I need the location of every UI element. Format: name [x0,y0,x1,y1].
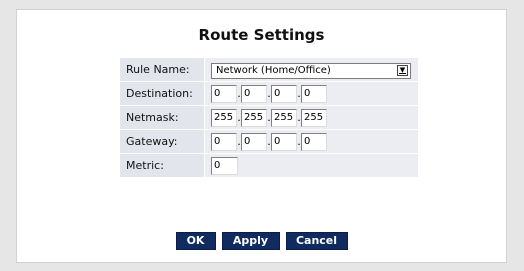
rule-name-cell: Network (Home/Office) ▼ [204,58,418,81]
gateway-cell: 0 . 0 . 0 . 0 [204,130,418,153]
destination-octet-3[interactable]: 0 [271,85,297,104]
destination-ip-input: 0 . 0 . 0 . 0 [211,85,327,104]
metric-input[interactable]: 0 [211,157,238,176]
netmask-cell: 255 . 255 . 255 . 255 [204,106,418,129]
destination-octet-1[interactable]: 0 [211,85,237,104]
gateway-octet-2[interactable]: 0 [241,133,267,152]
netmask-label: Netmask: [120,106,204,129]
page-title: Route Settings [198,26,325,44]
button-bar: OK Apply Cancel [17,232,506,250]
destination-cell: 0 . 0 . 0 . 0 [204,82,418,105]
rule-name-selected-value: Network (Home/Office) [216,64,331,76]
route-settings-panel: Route Settings Rule Name: Network (Home/… [16,9,507,263]
destination-octet-2[interactable]: 0 [241,85,267,104]
metric-row: Metric: 0 [120,154,418,177]
gateway-octet-4[interactable]: 0 [301,133,327,152]
destination-octet-4[interactable]: 0 [301,85,327,104]
gateway-octet-1[interactable]: 0 [211,133,237,152]
ok-button[interactable]: OK [175,232,216,250]
netmask-row: Netmask: 255 . 255 . 255 . 255 [120,106,418,129]
gateway-label: Gateway: [120,130,204,153]
netmask-octet-1[interactable]: 255 [211,109,237,128]
destination-row: Destination: 0 . 0 . 0 . 0 [120,82,418,105]
destination-label: Destination: [120,82,204,105]
gateway-ip-input: 0 . 0 . 0 . 0 [211,133,327,152]
netmask-ip-input: 255 . 255 . 255 . 255 [211,109,327,128]
gateway-row: Gateway: 0 . 0 . 0 . 0 [120,130,418,153]
rule-name-select[interactable]: Network (Home/Office) ▼ [211,62,411,79]
rule-name-row: Rule Name: Network (Home/Office) ▼ [120,58,418,81]
cancel-button[interactable]: Cancel [285,232,348,250]
route-settings-form: Rule Name: Network (Home/Office) ▼ Desti… [120,57,418,178]
apply-button[interactable]: Apply [221,232,280,250]
metric-label: Metric: [120,154,204,177]
netmask-octet-2[interactable]: 255 [241,109,267,128]
netmask-octet-3[interactable]: 255 [271,109,297,128]
gateway-octet-3[interactable]: 0 [271,133,297,152]
netmask-octet-4[interactable]: 255 [301,109,327,128]
metric-cell: 0 [204,154,418,177]
dropdown-arrow-icon[interactable]: ▼ [397,64,408,76]
rule-name-label: Rule Name: [120,58,204,81]
